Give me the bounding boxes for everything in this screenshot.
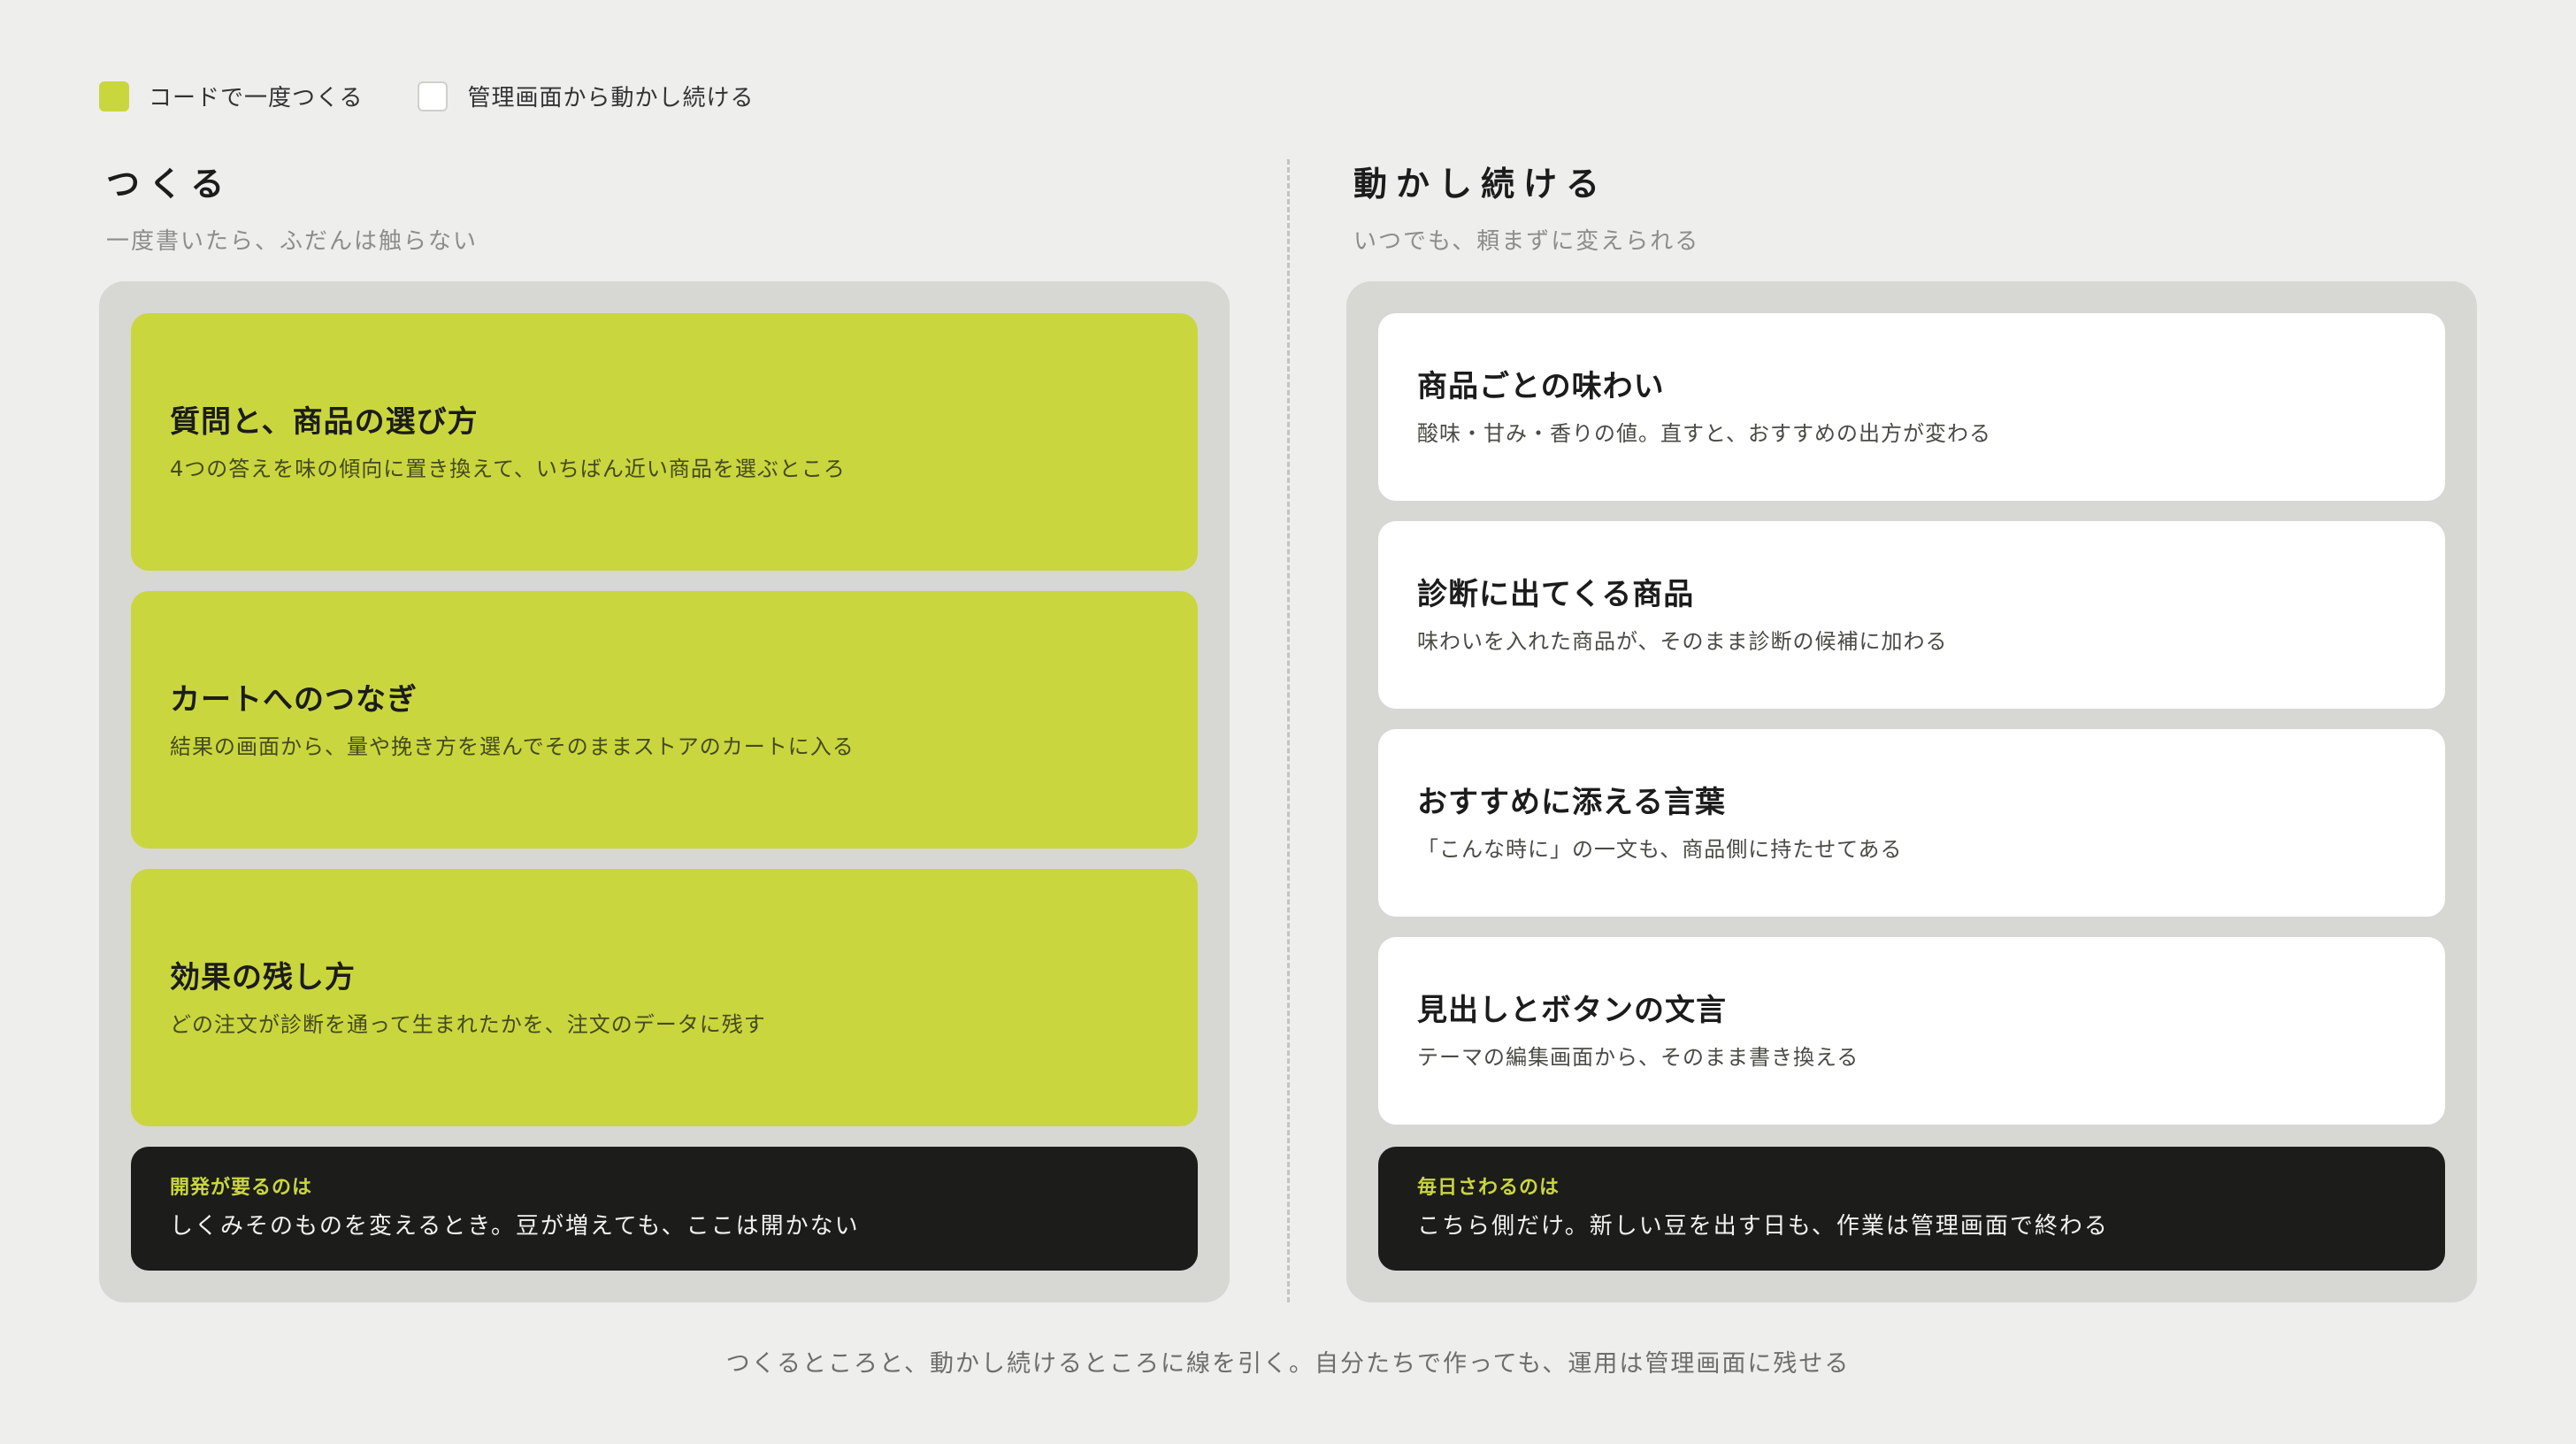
column-divider [1287, 159, 1290, 1302]
legend-item-operate: 管理画面から動かし続ける [418, 80, 754, 112]
card-title: おすすめに添える言葉 [1417, 785, 1726, 820]
note-label: 毎日さわるのは [1417, 1177, 1560, 1199]
left-column-header: つくる 一度書いたら、ふだんは触らない [106, 163, 478, 257]
note-text: こちら側だけ。新しい豆を出す日も、作業は管理画面で終わる [1417, 1213, 2109, 1240]
page: コードで一度つくる 管理画面から動かし続ける つくる 一度書いたら、ふだんは触ら… [0, 0, 2576, 1444]
right-column-subtitle: いつでも、頼まずに変えられる [1353, 228, 1700, 255]
footer-caption: つくるところと、動かし続けるところに線を引く。自分たちで作っても、運用は管理画面… [725, 1350, 1851, 1378]
operate-card: 商品ごとの味わい 酸味・甘み・香りの値。直すと、おすすめの出方が変わる [1378, 313, 2445, 501]
card-description: 「こんな時に」の一文も、商品側に持たせてある [1417, 837, 1903, 862]
card-description: どの注文が診断を通って生まれたかを、注文のデータに残す [170, 1011, 766, 1037]
card-title: 診断に出てくる商品 [1417, 577, 1695, 612]
legend-label: コードで一度つくる [149, 85, 364, 111]
operate-note: 毎日さわるのは こちら側だけ。新しい豆を出す日も、作業は管理画面で終わる [1378, 1147, 2445, 1271]
legend-swatch-white [418, 81, 448, 111]
card-description: 4つの答えを味の傾向に置き換えて、いちばん近い商品を選ぶところ [170, 456, 846, 481]
operate-card: 診断に出てくる商品 味わいを入れた商品が、そのまま診断の候補に加わる [1378, 521, 2445, 709]
card-title: 効果の残し方 [170, 959, 356, 995]
legend-swatch-lime [99, 81, 129, 111]
card-description: 味わいを入れた商品が、そのまま診断の候補に加わる [1417, 629, 1948, 654]
operate-panel: 商品ごとの味わい 酸味・甘み・香りの値。直すと、おすすめの出方が変わる 診断に出… [1346, 281, 2477, 1302]
legend-label: 管理画面から動かし続ける [467, 85, 755, 111]
build-panel: 質問と、商品の選び方 4つの答えを味の傾向に置き換えて、いちばん近い商品を選ぶと… [99, 281, 1230, 1302]
legend-item-build: コードで一度つくる [99, 80, 363, 112]
card-title: カートへのつなぎ [170, 681, 418, 718]
build-card: 質問と、商品の選び方 4つの答えを味の傾向に置き換えて、いちばん近い商品を選ぶと… [131, 313, 1198, 572]
build-card: 効果の残し方 どの注文が診断を通って生まれたかを、注文のデータに残す [131, 869, 1198, 1127]
card-description: 酸味・甘み・香りの値。直すと、おすすめの出方が変わる [1417, 421, 1992, 446]
card-title: 見出しとボタンの文言 [1417, 993, 1727, 1028]
left-column-title: つくる [106, 165, 234, 204]
legend: コードで一度つくる 管理画面から動かし続ける [99, 80, 809, 112]
card-title: 商品ごとの味わい [1417, 369, 1665, 404]
operate-card: 見出しとボタンの文言 テーマの編集画面から、そのまま書き換える [1378, 937, 2445, 1125]
card-description: テーマの編集画面から、そのまま書き換える [1417, 1045, 1859, 1070]
card-title: 質問と、商品の選び方 [170, 403, 479, 440]
note-text: しくみそのものを変えるとき。豆が増えても、ここは開かない [170, 1213, 860, 1240]
build-card: カートへのつなぎ 結果の画面から、量や挽き方を選んでそのままストアのカートに入る [131, 591, 1198, 849]
build-note: 開発が要るのは しくみそのものを変えるとき。豆が増えても、ここは開かない [131, 1147, 1198, 1271]
right-column-header: 動かし続ける いつでも、頼まずに変えられる [1353, 163, 1699, 257]
note-label: 開発が要るのは [170, 1177, 313, 1200]
left-column-subtitle: 一度書いたら、ふだんは触らない [106, 228, 479, 255]
right-column-title: 動かし続ける [1353, 165, 1609, 204]
card-description: 結果の画面から、量や挽き方を選んでそのままストアのカートに入る [170, 734, 855, 759]
operate-card: おすすめに添える言葉 「こんな時に」の一文も、商品側に持たせてある [1378, 729, 2445, 917]
